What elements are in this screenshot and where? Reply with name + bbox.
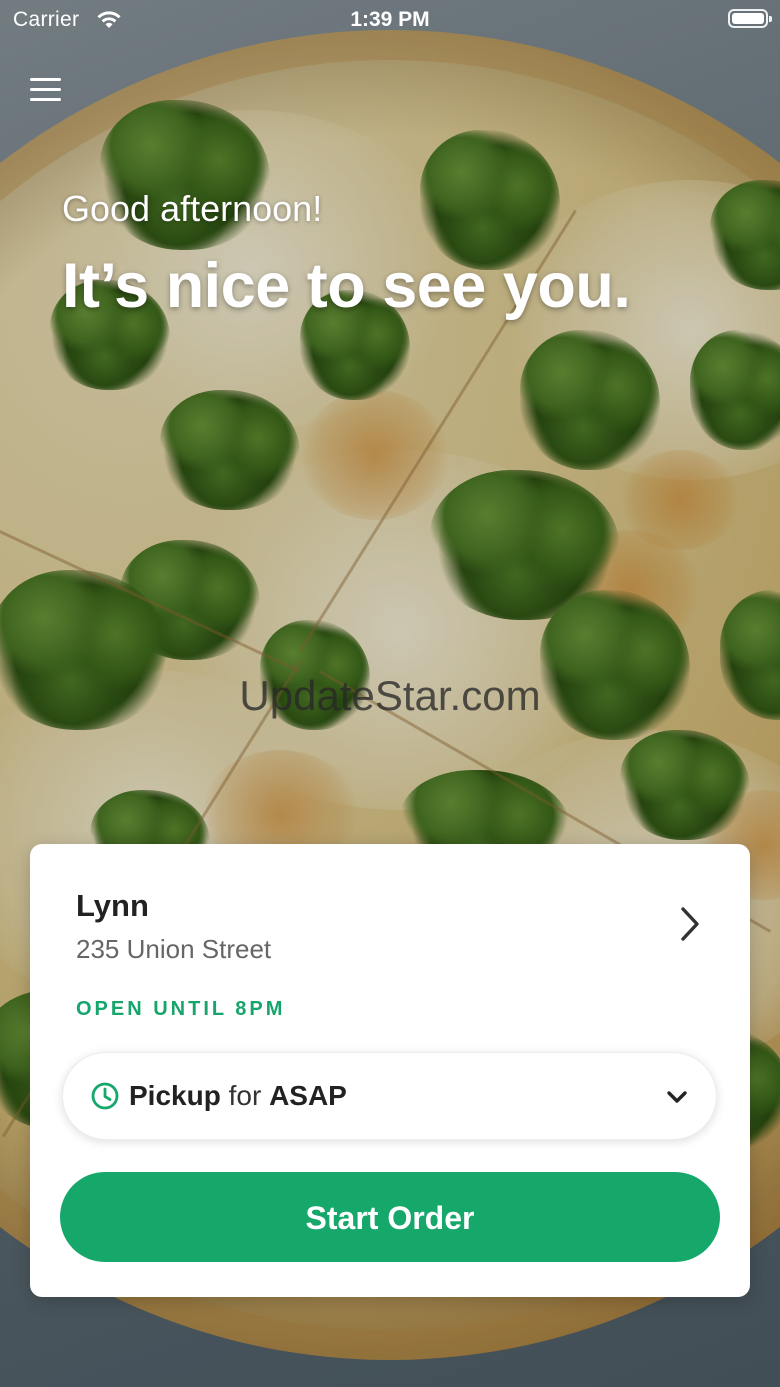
status-time: 1:39 PM [350, 8, 430, 31]
order-type-select[interactable]: Pickup for ASAP [62, 1052, 717, 1140]
hamburger-menu-icon[interactable] [30, 76, 62, 104]
page-title: It’s nice to see you. [62, 251, 631, 321]
location-card: Lynn 235 Union Street OPEN UNTIL 8PM Pic… [30, 844, 750, 1297]
status-bar: Carrier 1:39 PM [0, 0, 780, 40]
greeting-text: Good afternoon! [62, 188, 323, 229]
order-time: ASAP [269, 1080, 347, 1111]
order-method: Pickup [129, 1080, 221, 1111]
open-status-badge: OPEN UNTIL 8PM [76, 998, 286, 1020]
clock-icon [91, 1082, 119, 1110]
chevron-down-icon [666, 1089, 688, 1105]
chevron-right-icon[interactable] [678, 906, 702, 942]
order-connector: for [228, 1080, 262, 1111]
watermark-text: UpdateStar.com [239, 672, 541, 719]
battery-icon [728, 9, 772, 28]
location-name[interactable]: Lynn [76, 888, 149, 924]
start-order-button[interactable]: Start Order [60, 1172, 720, 1262]
location-address[interactable]: 235 Union Street [76, 934, 271, 965]
order-type-label: Pickup for ASAP [129, 1080, 347, 1112]
